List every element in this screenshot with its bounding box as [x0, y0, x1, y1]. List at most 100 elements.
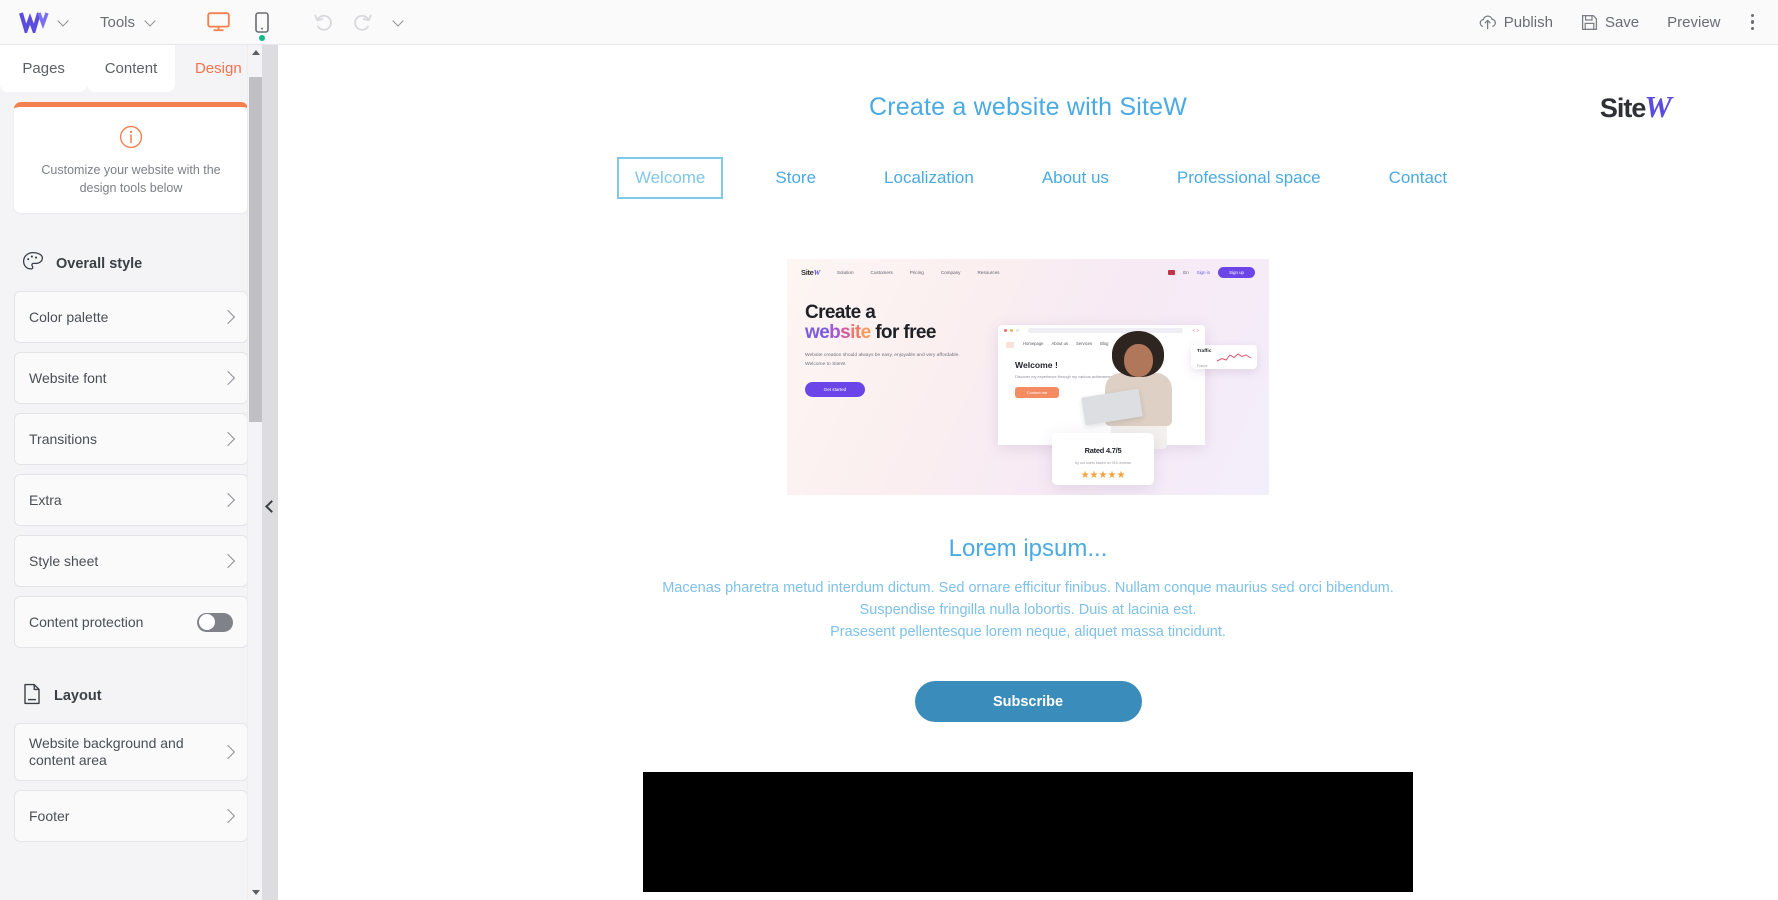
kebab-menu-icon[interactable]	[1735, 13, 1765, 31]
hero-paragraph: Website creation should always be easy, …	[805, 353, 960, 367]
publish-button[interactable]: Publish	[1464, 14, 1567, 31]
nav-item-about-us[interactable]: About us	[1042, 158, 1109, 198]
hero-nav-pricing: Pricing	[909, 269, 924, 275]
row-footer-label: Footer	[29, 807, 70, 824]
row-extra-label: Extra	[29, 491, 62, 508]
row-style-sheet[interactable]: Style sheet	[14, 535, 248, 588]
hero-image: SiteW Solution Customers Pricing Company…	[787, 259, 1269, 495]
nav-item-about-us-label: About us	[1041, 168, 1109, 187]
nav-item-localization[interactable]: Localization	[884, 158, 974, 198]
publish-label: Publish	[1503, 13, 1553, 31]
scroll-down-arrow-icon[interactable]	[248, 885, 263, 900]
nav-item-welcome-label: Welcome	[634, 168, 706, 187]
person-face	[1124, 344, 1153, 377]
sparkline-chart-icon	[1216, 353, 1252, 362]
lorem-line-3: Prasesent pellentesque lorem neque, aliq…	[830, 624, 1226, 641]
top-toolbar: Tools Publish Save Preview	[0, 0, 1778, 45]
site-logo-accent-text: W	[1644, 89, 1672, 124]
nav-item-professional-space[interactable]: Professional space	[1177, 158, 1321, 198]
info-circle-icon	[119, 125, 143, 149]
row-website-background-and-content-area[interactable]: Website background and content area	[14, 723, 248, 782]
flag-icon	[1168, 269, 1176, 275]
video-placeholder-block[interactable]	[643, 772, 1413, 893]
row-content-protection[interactable]: Content protection	[14, 596, 248, 649]
row-website-font-label: Website font	[29, 369, 107, 386]
sidebar-scrollbar[interactable]	[247, 45, 262, 900]
lorem-heading: Lorem ipsum...	[948, 535, 1108, 562]
section-title-layout: Layout	[54, 688, 102, 705]
undo-arrow-icon[interactable]	[311, 9, 337, 35]
browser-arrows-icon: < >	[1192, 328, 1199, 333]
desktop-monitor-icon[interactable]	[203, 7, 233, 37]
sidebar-tabs: Pages Content Design	[0, 45, 262, 92]
hero-nav: SiteW Solution Customers Pricing Company…	[787, 259, 1269, 285]
section-header-layout: Layout	[14, 657, 248, 723]
hero-card-menu-services: Services	[1076, 341, 1093, 346]
sidebar-scrollbar-thumb[interactable]	[249, 77, 262, 422]
hero-card-menu-about: About us	[1051, 341, 1069, 346]
panel-divider	[262, 45, 278, 900]
hero-headline-e: e	[819, 322, 830, 344]
content-protection-toggle[interactable]	[197, 612, 233, 632]
site-logo[interactable]: Site W	[1599, 89, 1672, 125]
toolbar-right-group: Publish Save Preview	[1464, 14, 1778, 31]
hero-headline-tail: for free	[870, 322, 936, 344]
hero-card-contact-button: Contact me	[1015, 386, 1059, 398]
scroll-up-arrow-icon[interactable]	[248, 45, 263, 60]
browser-dot-gray	[1016, 329, 1019, 332]
nav-item-welcome[interactable]: Welcome	[616, 157, 724, 199]
kebab-dot	[1750, 26, 1754, 31]
row-footer[interactable]: Footer	[14, 790, 248, 843]
save-label: Save	[1604, 13, 1640, 31]
floppy-disk-icon	[1581, 14, 1597, 30]
hero-headline-w: w	[805, 322, 820, 344]
nav-item-contact-label: Contact	[1388, 168, 1448, 187]
brand-chevron-down-icon[interactable]	[52, 7, 74, 37]
row-website-background-label: Website background and content area	[29, 734, 184, 769]
row-transitions[interactable]: Transitions	[14, 413, 248, 466]
site-logo-dark-text: Site	[1599, 93, 1647, 123]
save-button[interactable]: Save	[1567, 14, 1653, 31]
chevron-right-icon	[220, 745, 236, 760]
mobile-phone-icon[interactable]	[247, 7, 277, 41]
tools-label: Tools	[100, 13, 136, 31]
hero-signup-button: Sign up	[1218, 266, 1255, 278]
preview-label: Preview	[1667, 13, 1721, 31]
hero-rating-stars: ★★★★★	[1080, 470, 1126, 481]
palette-icon	[22, 251, 44, 277]
lorem-paragraph: Macenas pharetra metud interdum dictum. …	[278, 577, 1778, 643]
hero-signin-label: Sign in	[1196, 269, 1211, 275]
chevron-right-icon	[220, 310, 236, 325]
hero-headline-b: b	[829, 322, 841, 344]
redo-arrow-icon[interactable]	[349, 9, 375, 35]
collapse-panel-chevron-left-icon[interactable]	[262, 489, 278, 523]
history-chevron-down-icon[interactable]	[387, 7, 409, 37]
tab-content[interactable]: Content	[87, 45, 175, 92]
history-group	[311, 7, 409, 37]
sitew-w-logo-icon[interactable]	[16, 8, 52, 36]
nav-item-store[interactable]: Store	[775, 158, 816, 198]
hero-headline-e2: e	[860, 322, 872, 344]
lorem-line-2: Suspendise fringilla nulla lobortis. Dui…	[859, 602, 1197, 619]
subscribe-button[interactable]: Subscribe	[914, 681, 1142, 723]
preview-button[interactable]: Preview	[1653, 14, 1734, 31]
row-website-font[interactable]: Website font	[14, 352, 248, 405]
hero-nav-resources: Resources	[977, 269, 1000, 275]
hero-traffic-widget: Traffic France	[1191, 345, 1257, 369]
tools-menu-button[interactable]: Tools	[100, 7, 161, 37]
nav-item-professional-space-label: Professional space	[1176, 168, 1321, 187]
browser-dot-red	[1004, 329, 1007, 332]
hero-lang-label: En	[1183, 269, 1189, 275]
chevron-right-icon	[220, 432, 236, 447]
nav-item-contact[interactable]: Contact	[1389, 158, 1448, 198]
toolbar-left-group: Tools	[0, 7, 409, 41]
hero-body: Create a website for free Website creati…	[787, 285, 1269, 485]
row-content-protection-label: Content protection	[29, 613, 144, 630]
hero-logo-accent: W	[813, 267, 821, 277]
row-color-palette[interactable]: Color palette	[14, 291, 248, 344]
hero-person-illustration	[1081, 331, 1181, 449]
kebab-dot	[1750, 13, 1754, 18]
tab-pages[interactable]: Pages	[0, 45, 88, 92]
lorem-line-1: Macenas pharetra metud interdum dictum. …	[662, 580, 1394, 596]
row-extra[interactable]: Extra	[14, 474, 248, 527]
